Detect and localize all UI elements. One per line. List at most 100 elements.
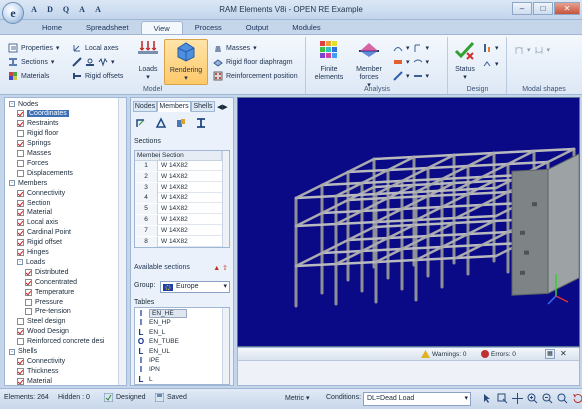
spring-icon[interactable]	[98, 57, 108, 67]
errors-indicator[interactable]: Errors: 0	[481, 350, 516, 358]
tree-checkbox[interactable]	[25, 288, 32, 296]
tree-checkbox[interactable]	[17, 367, 24, 375]
list-item[interactable]: I IPN	[137, 365, 160, 374]
tree-item[interactable]: Material	[17, 376, 52, 385]
end-release-icon[interactable]	[85, 57, 95, 67]
select-pointer-icon[interactable]	[482, 393, 493, 404]
rendering-button[interactable]: Rendering ▾	[164, 39, 208, 85]
tree-checkbox[interactable]	[17, 338, 24, 346]
minimize-button[interactable]: –	[512, 2, 532, 15]
diagram-icon[interactable]	[413, 57, 423, 67]
table-row[interactable]: 5W 14X82	[135, 204, 222, 215]
section-cell[interactable]: W 14X82	[161, 183, 188, 193]
rigid-offsets-button[interactable]: Rigid offsets	[72, 71, 123, 81]
list-item[interactable]: L EN_UL	[137, 347, 170, 356]
section-cell[interactable]: W 14X82	[161, 237, 188, 247]
ibeam-icon[interactable]	[195, 117, 207, 129]
condition-dropdown[interactable]: DL=Dead Load ▾	[363, 392, 471, 406]
tree-checkbox[interactable]	[25, 308, 32, 316]
list-item[interactable]: I IPE	[137, 356, 160, 365]
local-axes-button[interactable]: Local axes	[72, 43, 118, 53]
tree-item[interactable]: Thickness	[17, 366, 59, 376]
tree-item[interactable]: Local axis	[17, 218, 58, 228]
tree-checkbox[interactable]	[17, 229, 24, 237]
tree-checkbox[interactable]	[17, 328, 24, 336]
zoom-out-icon[interactable]	[542, 393, 553, 404]
deformed-shape-icon[interactable]	[393, 43, 403, 53]
materials-button[interactable]: Materials	[8, 71, 49, 81]
tab-output[interactable]: Output	[234, 21, 281, 35]
tree-item[interactable]: - Nodes	[9, 99, 38, 109]
zoom-in-icon[interactable]	[527, 393, 538, 404]
properties-button[interactable]: Properties ▾	[8, 43, 59, 53]
table-row[interactable]: 7W 14X82	[135, 225, 222, 236]
section-assign-icon[interactable]	[155, 117, 167, 129]
tree-item[interactable]: Masses	[17, 149, 51, 159]
tables-scrollbar[interactable]	[222, 308, 229, 384]
modal-animate-icon[interactable]	[534, 45, 544, 55]
list-item[interactable]: LL	[137, 375, 153, 384]
tree-item[interactable]: Hinges	[17, 248, 49, 258]
close-button[interactable]: ✕	[554, 2, 580, 15]
tree-item[interactable]: Connectivity	[17, 188, 65, 198]
tree-checkbox[interactable]	[25, 268, 32, 276]
list-item[interactable]: L EN_L	[137, 328, 166, 337]
tree-item[interactable]: Restraints	[17, 119, 59, 129]
contour-icon[interactable]	[393, 71, 403, 81]
table-row[interactable]: 2W 14X82	[135, 171, 222, 182]
tree-checkbox[interactable]	[17, 169, 24, 177]
shear-wall[interactable]	[511, 168, 549, 296]
tab-shells[interactable]: Shells	[191, 101, 215, 112]
tree-item[interactable]: Connectivity	[17, 356, 65, 366]
rigid-floor-diaphragm-button[interactable]: Rigid floor diaphragm	[213, 57, 293, 67]
table-row[interactable]: 4W 14X82	[135, 193, 222, 204]
reinforcement-position-button[interactable]: Reinforcement position	[213, 71, 298, 81]
beam-member[interactable]	[294, 214, 498, 228]
masses-button[interactable]: Masses ▾	[213, 43, 257, 53]
maximize-button[interactable]: □	[533, 2, 553, 15]
table-row[interactable]: 8W 14X82	[135, 236, 222, 247]
rotate-icon[interactable]	[572, 393, 582, 404]
expand-toggle[interactable]: -	[9, 101, 15, 107]
tree-checkbox[interactable]	[17, 110, 24, 118]
tree-checkbox[interactable]	[17, 249, 24, 256]
section-cell[interactable]: W 14X82	[161, 193, 188, 203]
column-header-section[interactable]: Section	[160, 151, 222, 161]
list-item[interactable]: I EN_HP	[137, 318, 171, 327]
column-header-member[interactable]: Member	[135, 151, 161, 161]
tab-view[interactable]: View	[140, 21, 183, 35]
beam-member[interactable]	[372, 147, 576, 161]
zoom-window-icon[interactable]	[497, 393, 508, 404]
beam-member[interactable]	[294, 254, 498, 268]
finite-elements-button[interactable]: Finite elements	[311, 39, 347, 82]
message-filter-button[interactable]: ▦	[545, 349, 555, 359]
list-item[interactable]: O EN_TUBE	[137, 337, 179, 346]
section-cell[interactable]: W 14X82	[161, 172, 188, 182]
expand-toggle[interactable]: -	[9, 348, 15, 355]
tree-item[interactable]: - Shells	[9, 347, 37, 357]
group-dropdown[interactable]: Europe ▾	[160, 281, 230, 293]
design-option-1[interactable]: ▾	[482, 43, 499, 53]
tree-checkbox[interactable]	[17, 120, 24, 128]
tab-nodes[interactable]: Nodes	[133, 101, 157, 112]
tree-checkbox[interactable]	[17, 219, 24, 227]
tab-scroll-arrows[interactable]: ◀▶	[217, 103, 228, 111]
tree-item[interactable]: Reinforced concrete desi	[17, 337, 104, 347]
table-row[interactable]: 3W 14X82	[135, 182, 222, 193]
expand-toggle[interactable]: -	[17, 259, 23, 266]
tree-checkbox[interactable]	[17, 189, 24, 197]
tree-item[interactable]: Rigid floor	[17, 129, 59, 139]
tree-checkbox[interactable]	[17, 159, 24, 167]
beam-member[interactable]	[320, 241, 524, 255]
beam-member[interactable]	[320, 201, 524, 215]
expand-toggle[interactable]: -	[9, 180, 15, 187]
tree-checkbox[interactable]	[17, 199, 24, 207]
tree-item[interactable]: Distributed	[25, 267, 68, 277]
tab-process[interactable]: Process	[183, 21, 234, 35]
tab-home[interactable]: Home	[30, 21, 74, 35]
tree-item[interactable]: Coordinates	[17, 109, 69, 119]
zoom-extents-icon[interactable]	[557, 393, 568, 404]
tree-checkbox[interactable]	[17, 318, 24, 326]
pane-close-icon[interactable]: ✕	[560, 349, 567, 358]
sections-button[interactable]: Sections ▾	[8, 57, 54, 67]
